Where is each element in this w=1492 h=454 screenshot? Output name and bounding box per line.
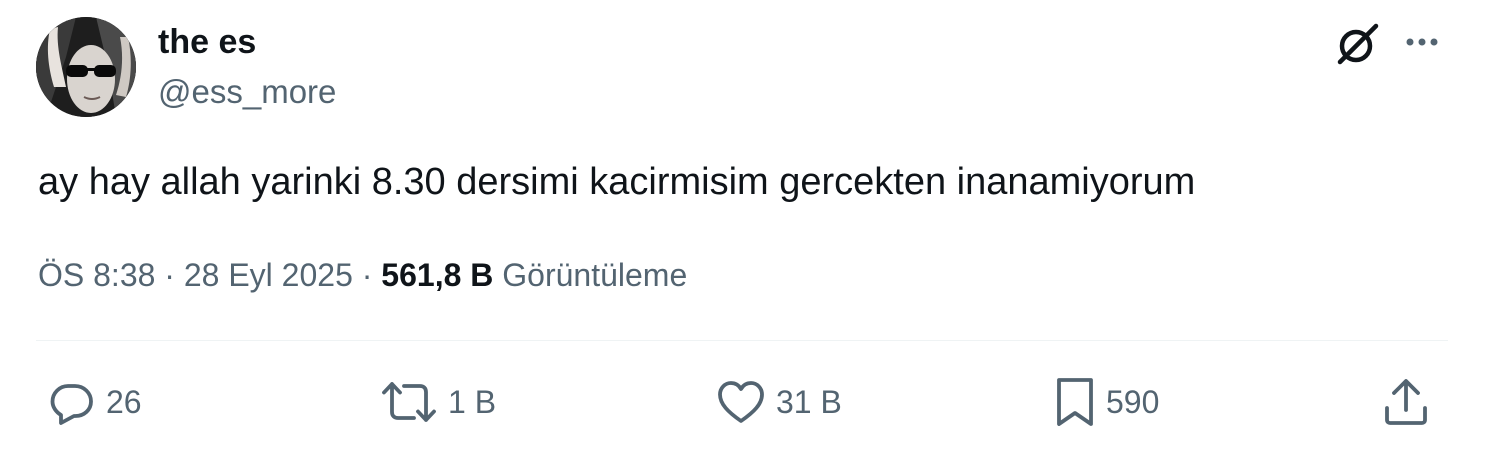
tweet-time[interactable]: ÖS 8:38 <box>38 257 155 293</box>
bookmark-icon <box>1057 378 1093 426</box>
bookmark-button[interactable]: 590 <box>1054 372 1159 432</box>
more-icon[interactable] <box>1398 22 1446 62</box>
reply-count: 26 <box>106 384 142 420</box>
like-count: 31 B <box>776 384 842 420</box>
avatar-image <box>36 17 136 117</box>
share-icon <box>1385 379 1427 425</box>
tweet-card: the es @ess_more ay hay allah yarinki 8.… <box>0 0 1492 454</box>
tweet-date[interactable]: 28 Eyl 2025 <box>184 257 353 293</box>
user-handle[interactable]: @ess_more <box>158 72 336 112</box>
heart-icon <box>718 381 764 423</box>
grok-icon[interactable] <box>1334 20 1382 68</box>
like-button[interactable]: 31 B <box>716 372 842 432</box>
bookmark-count: 590 <box>1106 384 1160 420</box>
retweet-icon <box>382 382 436 422</box>
retweet-count: 1 B <box>448 384 497 420</box>
views-label: Görüntüleme <box>502 257 688 293</box>
avatar[interactable] <box>36 17 136 117</box>
divider <box>36 340 1448 341</box>
retweet-button[interactable]: 1 B <box>380 372 496 432</box>
reply-button[interactable]: 26 <box>48 372 142 432</box>
display-name[interactable]: the es <box>158 22 256 62</box>
tweet-meta: ÖS 8:38 · 28 Eyl 2025 · 561,8 B Görüntül… <box>38 254 687 296</box>
reply-icon <box>50 384 93 425</box>
views-count: 561,8 B <box>381 257 494 293</box>
meta-separator: · <box>164 257 175 293</box>
share-button[interactable] <box>1382 372 1430 432</box>
tweet-text: ay hay allah yarinki 8.30 dersimi kacirm… <box>38 161 1196 203</box>
meta-separator: · <box>361 257 373 293</box>
